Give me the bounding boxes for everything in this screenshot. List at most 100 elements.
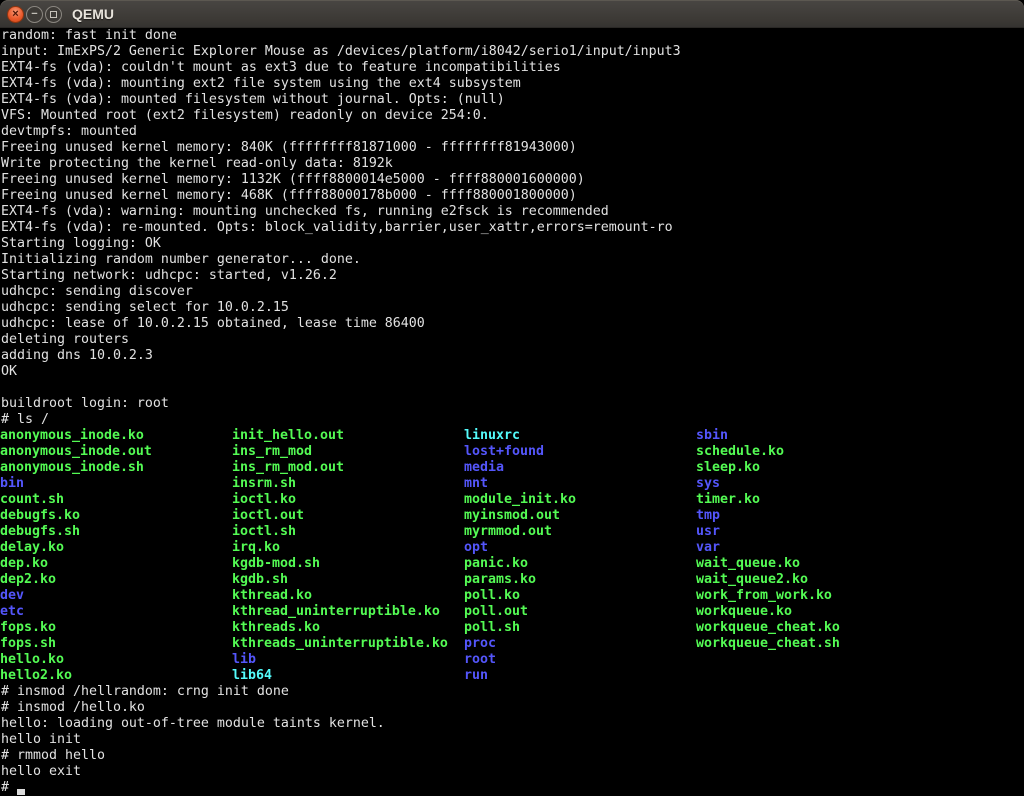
ls-entry: sbin [696,428,728,444]
window-title: QEMU [72,6,114,22]
ls-row: anonymous_inode.sh ins_rm_mod.out media sle… [0,460,1024,476]
ls-entry: root [464,652,496,668]
ls-entry: schedule.ko [696,444,784,460]
ls-entry: workqueue.ko [696,604,792,620]
ls-entry: wait_queue2.ko [696,572,808,588]
ls-entry: var [696,540,720,556]
ls-entry: poll.ko [464,588,520,604]
terminal-line: input: ImExPS/2 Generic Explorer Mouse a… [0,44,1024,60]
terminal-line: EXT4-fs (vda): re-mounted. Opts: block_v… [0,220,1024,236]
terminal-line: hello init [0,732,1024,748]
terminal-line: # insmod /hello.ko [0,700,1024,716]
terminal-line: EXT4-fs (vda): warning: mounting uncheck… [0,204,1024,220]
minimize-button[interactable]: − [26,6,43,23]
ls-entry: fops.ko [0,620,56,636]
ls-entry: kgdb-mod.sh [232,556,320,572]
close-icon: × [12,9,18,20]
ls-entry: linuxrc [464,428,520,444]
terminal-line: Freeing unused kernel memory: 468K (ffff… [0,188,1024,204]
ls-row: debugfs.ko ioctl.out myinsmod.out tmp [0,508,1024,524]
ls-entry: myinsmod.out [464,508,560,524]
ls-entry: init_hello.out [232,428,344,444]
terminal-line: udhcpc: lease of 10.0.2.15 obtained, lea… [0,316,1024,332]
ls-entry: mnt [464,476,488,492]
ls-row: dev kthread.ko poll.ko work_from_work.ko [0,588,1024,604]
ls-entry: ins_rm_mod.out [232,460,344,476]
close-button[interactable]: × [7,6,24,23]
ls-entry: kgdb.sh [232,572,288,588]
ls-entry: module_init.ko [464,492,576,508]
ls-row: dep.kokgdb-mod.shpanic.kowait_queue.ko [0,556,1024,572]
ls-row: dep2.ko kgdb.sh params.ko wait_queue2.ko [0,572,1024,588]
ls-entry: dev [0,588,24,604]
terminal-line: Starting network: udhcpc: started, v1.26… [0,268,1024,284]
terminal-line [0,380,1024,396]
ls-entry: proc [464,636,496,652]
ls-entry: ioctl.out [232,508,304,524]
prompt-line: # [0,780,1024,796]
ls-entry: kthreads_uninterruptible.ko [232,636,448,652]
terminal-line: # ls / [0,412,1024,428]
terminal-line: EXT4-fs (vda): mounting ext2 file system… [0,76,1024,92]
ls-entry: bin [0,476,24,492]
terminal-line: EXT4-fs (vda): couldn't mount as ext3 du… [0,60,1024,76]
terminal-line: udhcpc: sending select for 10.0.2.15 [0,300,1024,316]
terminal-line: deleting routers [0,332,1024,348]
maximize-button[interactable] [45,6,62,23]
ls-entry: dep2.ko [0,572,56,588]
ls-entry: kthread.ko [232,588,312,604]
terminal-line: Write protecting the kernel read-only da… [0,156,1024,172]
ls-entry: panic.ko [464,556,528,572]
ls-row: hello.kolibroot [0,652,1024,668]
ls-entry: timer.ko [696,492,760,508]
ls-row: anonymous_inode.out ins_rm_mod lost+found s… [0,444,1024,460]
ls-entry: tmp [696,508,720,524]
ls-entry: usr [696,524,720,540]
ls-entry: workqueue_cheat.ko [696,620,840,636]
ls-row: anonymous_inode.ko init_hello.out linuxrc s… [0,428,1024,444]
ls-entry: ioctl.sh [232,524,296,540]
maximize-icon [50,11,57,18]
terminal-line: OK [0,364,1024,380]
ls-entry: anonymous_inode.out [0,444,152,460]
ls-entry: kthread_uninterruptible.ko [232,604,440,620]
ls-row: hello2.kolib64run [0,668,1024,684]
ls-entry: fops.sh [0,636,56,652]
terminal-line: Freeing unused kernel memory: 840K (ffff… [0,140,1024,156]
terminal-line: buildroot login: root [0,396,1024,412]
ls-entry: insrm.sh [232,476,296,492]
ls-entry: lib64 [232,668,272,684]
ls-entry: params.ko [464,572,536,588]
ls-entry: dep.ko [0,556,48,572]
ls-entry: media [464,460,504,476]
ls-entry: lost+found [464,444,544,460]
terminal-line: hello: loading out-of-tree module taints… [0,716,1024,732]
titlebar[interactable]: × − QEMU [0,0,1024,28]
minimize-icon: − [31,9,37,20]
ls-entry: count.sh [0,492,64,508]
ls-entry: delay.ko [0,540,64,556]
terminal-line: Starting logging: OK [0,236,1024,252]
ls-row: count.sh ioctl.ko module_init.ko timer.ko [0,492,1024,508]
terminal-line: udhcpc: sending discover [0,284,1024,300]
terminal-line: adding dns 10.0.2.3 [0,348,1024,364]
ls-entry: anonymous_inode.sh [0,460,144,476]
ls-entry: debugfs.ko [0,508,80,524]
ls-entry: kthreads.ko [232,620,320,636]
terminal-screen[interactable]: random: fast init doneinput: ImExPS/2 Ge… [0,28,1024,796]
ls-entry: ioctl.ko [232,492,296,508]
ls-row: fops.kokthreads.kopoll.shworkqueue_cheat… [0,620,1024,636]
ls-row: fops.shkthreads_uninterruptible.koprocwo… [0,636,1024,652]
ls-entry: ins_rm_mod [232,444,312,460]
terminal-line: random: fast init done [0,28,1024,44]
terminal-line: Initializing random number generator... … [0,252,1024,268]
terminal-line: # rmmod hello [0,748,1024,764]
ls-entry: sleep.ko [696,460,760,476]
terminal-line: VFS: Mounted root (ext2 filesystem) read… [0,108,1024,124]
terminal-line: hello exit [0,764,1024,780]
ls-entry: anonymous_inode.ko [0,428,144,444]
ls-entry: etc [0,604,24,620]
ls-entry: work_from_work.ko [696,588,832,604]
ls-entry: debugfs.sh [0,524,80,540]
ls-entry: hello2.ko [0,668,72,684]
